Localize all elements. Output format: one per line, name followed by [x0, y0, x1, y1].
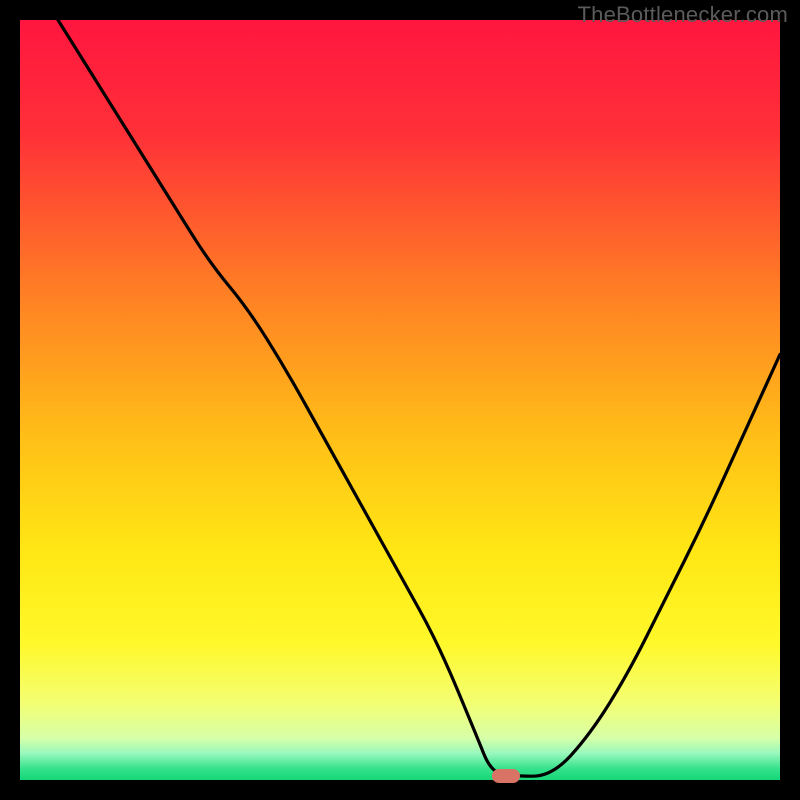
optimal-point-marker: [492, 769, 520, 783]
chart-frame: TheBottlenecker.com: [0, 0, 800, 800]
bottleneck-curve: [20, 20, 780, 780]
plot-area: [20, 20, 780, 780]
attribution-label: TheBottlenecker.com: [578, 2, 788, 28]
